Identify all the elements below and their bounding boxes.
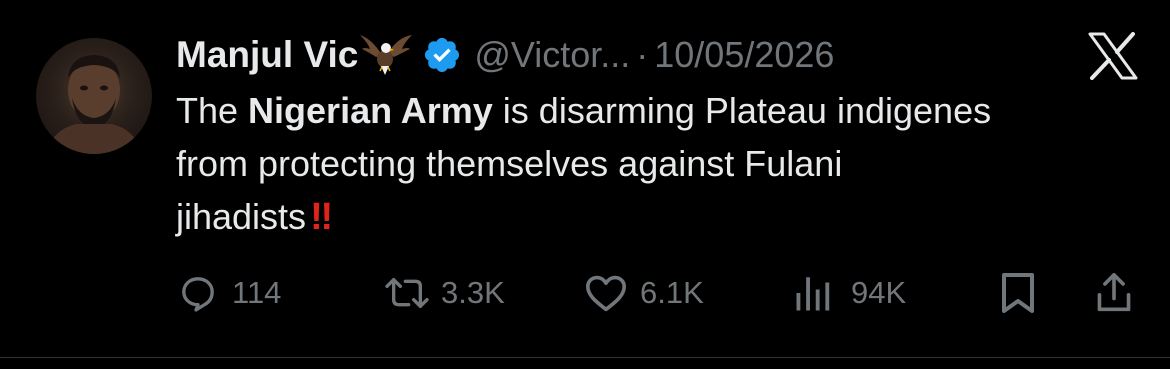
display-name[interactable]: Manjul Vic (176, 34, 358, 76)
views-button[interactable]: 94K (793, 268, 906, 318)
text-segment: is disarming Plateau indigenes (492, 90, 992, 131)
heart-icon (584, 273, 628, 313)
double-exclamation-emoji: ‼ (310, 196, 333, 238)
tweet-text-line-3: jihadists ‼ (176, 190, 1156, 244)
tweet-header: Manjul Vic @Victor... · 10/05/2026 (176, 30, 834, 80)
tweet-text-line-1: The Nigerian Army is disarming Plateau i… (176, 84, 1156, 137)
text-bold-segment: Nigerian Army (248, 90, 493, 131)
user-handle[interactable]: @Victor... (474, 34, 630, 76)
divider (0, 357, 1170, 358)
tweet-card[interactable]: Manjul Vic @Victor... · 10/05/2026 The N… (0, 0, 1170, 369)
reply-icon (178, 273, 218, 313)
tweet-date[interactable]: 10/05/2026 (654, 34, 834, 76)
share-button[interactable] (1094, 268, 1134, 318)
bookmark-icon (998, 271, 1038, 315)
text-segment: The (176, 90, 249, 131)
x-logo-icon (1087, 32, 1139, 80)
like-button[interactable]: 6.1K (584, 268, 704, 318)
profile-photo (46, 55, 142, 154)
tweet-text-line-2: from protecting themselves against Fulan… (176, 143, 843, 184)
share-icon (1094, 271, 1134, 315)
views-count: 94K (851, 275, 907, 310)
reply-button[interactable]: 114 (178, 268, 281, 318)
separator: · (636, 34, 649, 75)
views-icon (793, 272, 835, 314)
bookmark-button[interactable] (998, 268, 1038, 318)
verified-badge-icon (422, 35, 462, 75)
text-segment: jihadists (176, 196, 307, 237)
repost-button[interactable]: 3.3K (383, 268, 505, 318)
repost-icon (383, 273, 431, 313)
repost-count: 3.3K (441, 275, 505, 310)
like-count: 6.1K (640, 275, 704, 310)
action-bar: 114 3.3K 6.1K 94K (0, 268, 1170, 318)
tweet-text: The Nigerian Army is disarming Plateau i… (176, 84, 1156, 244)
avatar[interactable] (36, 38, 152, 154)
eagle-icon (358, 33, 414, 77)
reply-count: 114 (232, 275, 282, 310)
